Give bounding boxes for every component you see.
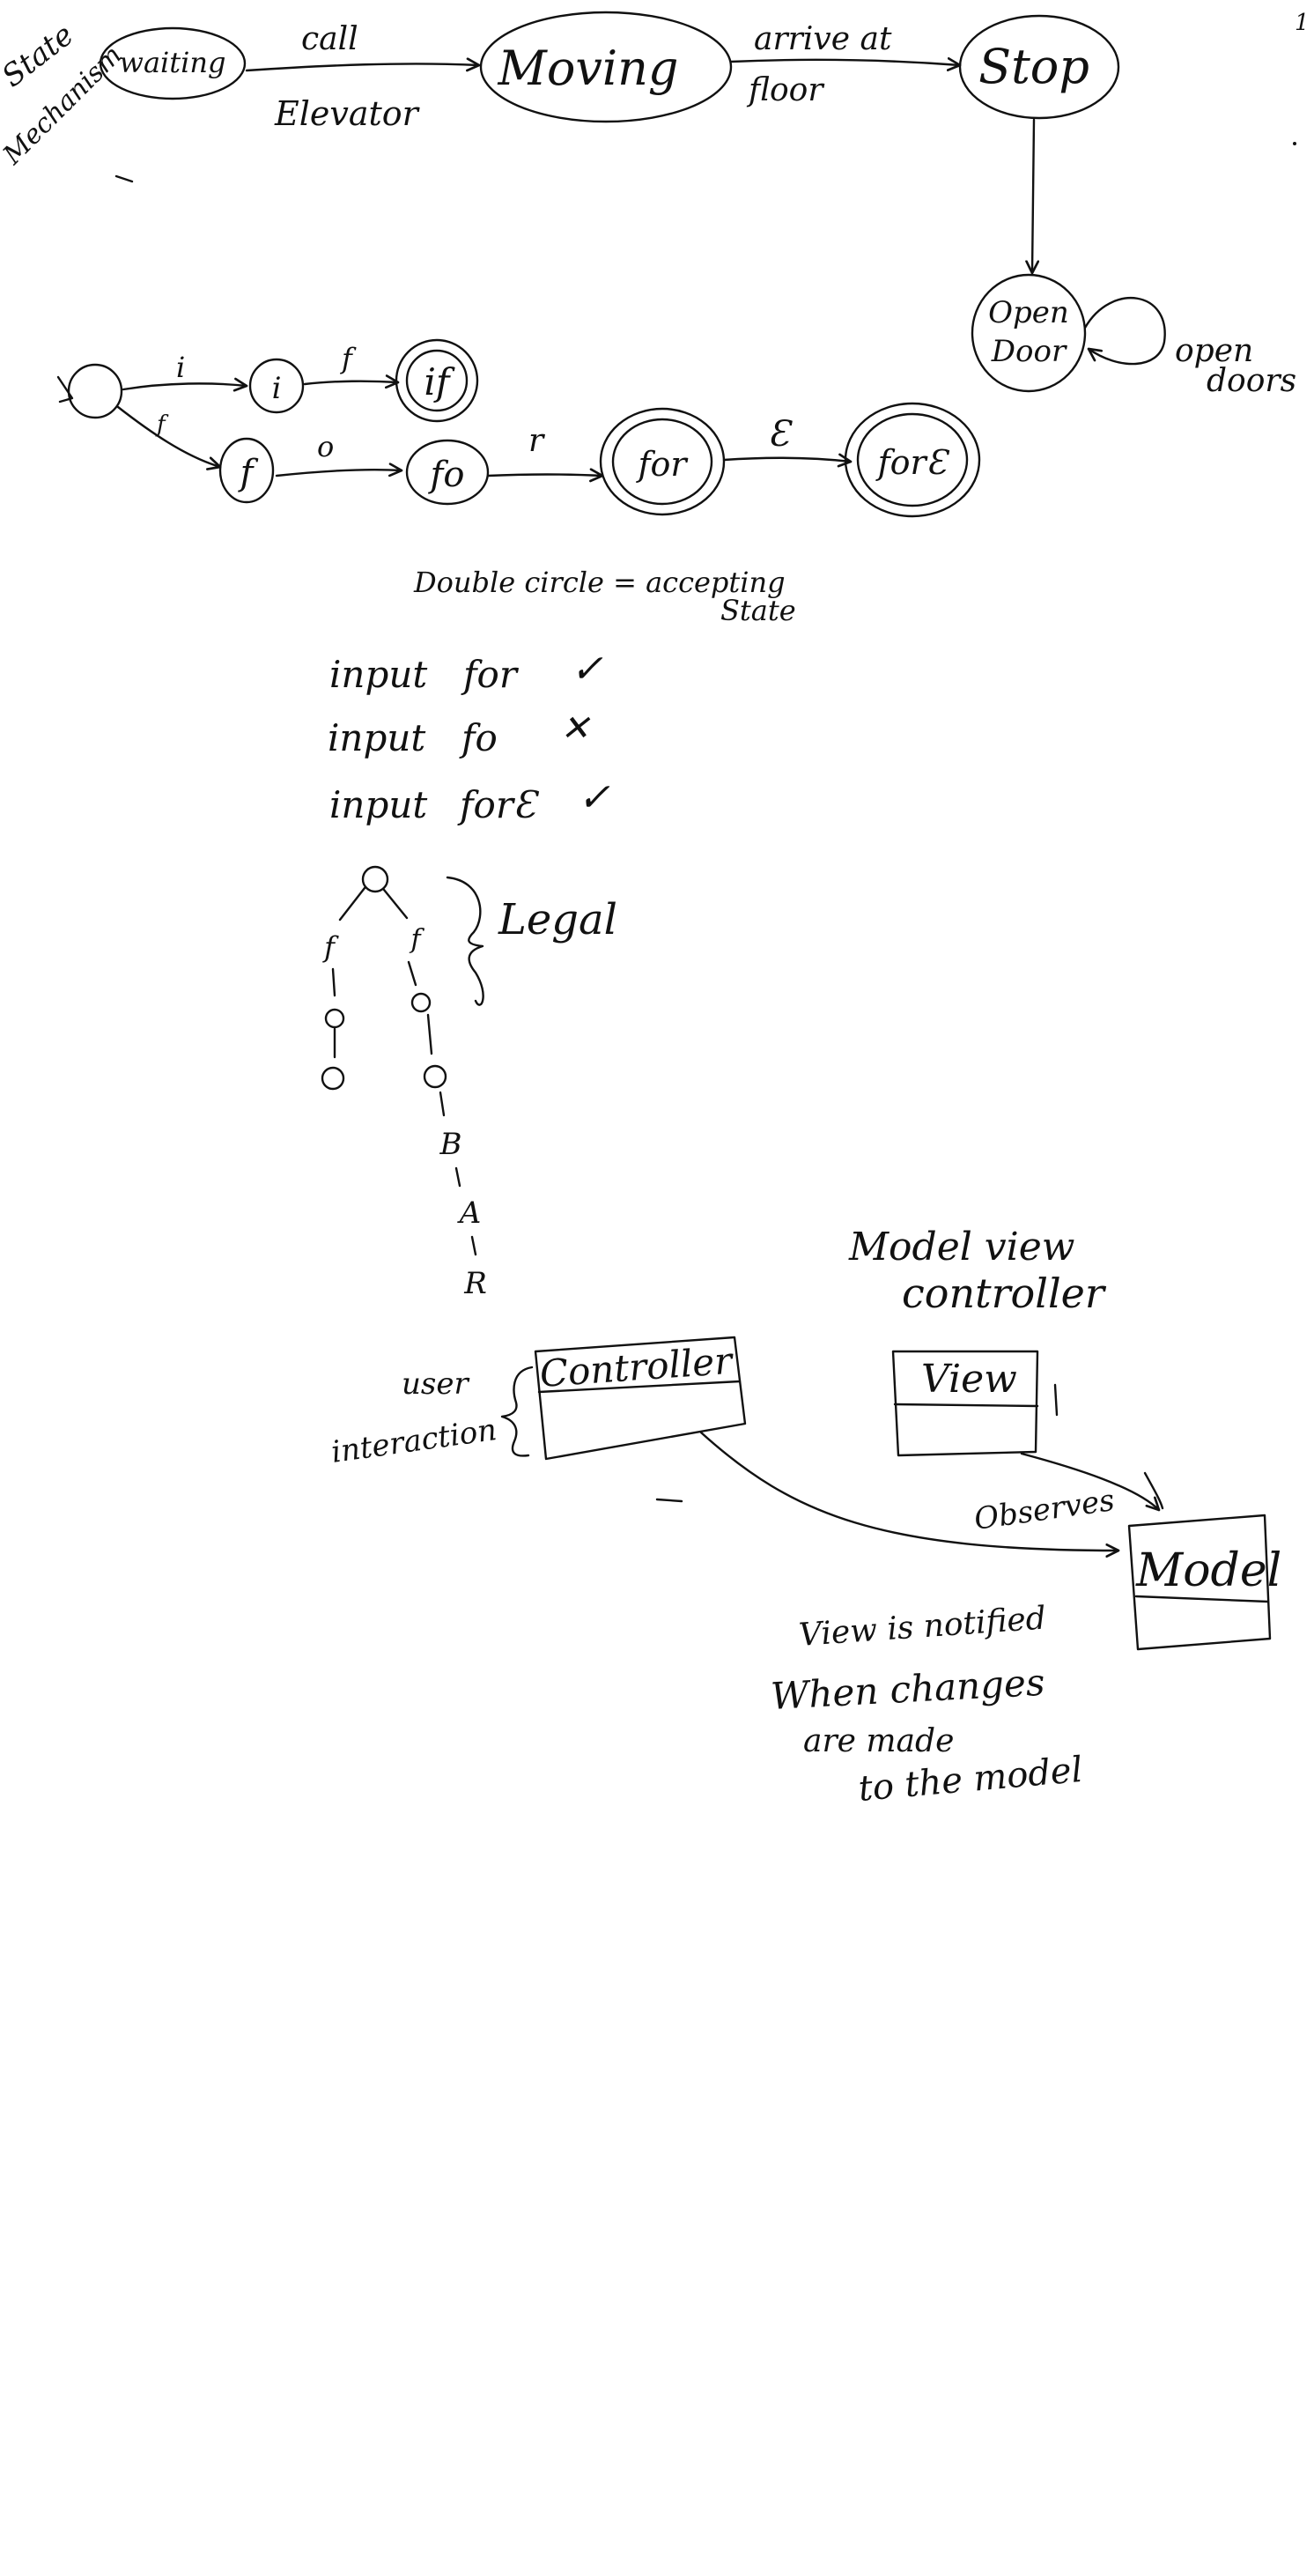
input-1-word: for xyxy=(461,653,520,696)
edge-f-top-label: f xyxy=(340,342,357,375)
input-2-prefix: input xyxy=(328,716,425,759)
edge-start-to-i xyxy=(122,377,248,392)
input-list: input for ✓ input fo ✕ input forƐ ✓ xyxy=(328,647,610,826)
state-open-door xyxy=(971,273,1087,393)
edge-i-label: i xyxy=(176,351,185,384)
tree-right-stem-4 xyxy=(454,1166,461,1188)
arrow-arrive-floor xyxy=(729,57,962,71)
input-2-word: fo xyxy=(459,716,498,759)
edge-o-label: o xyxy=(317,430,334,463)
tree-left-branch xyxy=(338,886,366,922)
legal-label: Legal xyxy=(498,895,617,944)
arrow-open-doors-self-loop xyxy=(1083,297,1166,366)
transition-arrive-line2: floor xyxy=(746,72,824,108)
edge-start-to-f xyxy=(116,405,222,470)
elevator-state-machine: State Mechanism waiting call Elevator Mo… xyxy=(0,11,1296,399)
legend-line2: State xyxy=(720,594,796,627)
state-f-label: f xyxy=(238,453,259,493)
arrow-stop-to-open-door xyxy=(1025,118,1040,275)
tree-right-branch xyxy=(382,888,409,920)
tree-left-node-1 xyxy=(324,1008,345,1029)
user-interaction-line1: user xyxy=(402,1366,469,1402)
legal-brace xyxy=(446,876,484,1006)
input-3-word: forƐ xyxy=(457,783,540,826)
input-1-prefix: input xyxy=(329,653,427,696)
tree-left-label: f xyxy=(322,930,339,964)
tree-letter-b: B xyxy=(439,1127,462,1162)
mvc-note-line3: are made xyxy=(803,1723,954,1759)
tree-left-node-2 xyxy=(321,1066,345,1091)
input-2-mark: ✕ xyxy=(560,708,591,749)
input-1-mark: ✓ xyxy=(571,647,603,692)
stray-stroke xyxy=(655,1498,683,1503)
transition-call-line2: Elevator xyxy=(274,94,421,133)
transition-call-line1: call xyxy=(301,21,358,57)
arrow-call-elevator xyxy=(245,57,481,72)
state-open-door-line2: Door xyxy=(991,334,1067,369)
automaton-diagram: i i f if f f o fo r for Ɛ forƐ Double ci… xyxy=(56,338,981,627)
model-label: Model xyxy=(1135,1544,1281,1597)
mvc-note-line2: When changes xyxy=(770,1661,1046,1718)
view-side-tick xyxy=(1053,1383,1059,1417)
state-fo-label: fo xyxy=(428,455,465,495)
mvc-note-line1: View is notified xyxy=(798,1600,1047,1654)
stray-stroke xyxy=(114,174,134,183)
tree-left-stem-1 xyxy=(331,967,336,997)
tree-right-stem-5 xyxy=(470,1235,477,1256)
tree-right-node-2 xyxy=(423,1064,447,1089)
input-3-prefix: input xyxy=(329,783,427,826)
tree-letter-r: R xyxy=(463,1266,487,1301)
tree-right-stem-1 xyxy=(407,960,417,987)
state-moving-label: Moving xyxy=(498,41,679,96)
tree-right-label: f xyxy=(409,924,424,955)
user-interaction-brace xyxy=(500,1366,534,1457)
edge-r-label: r xyxy=(528,423,545,459)
edge-f-low-label: f xyxy=(155,411,169,438)
state-for-label: for xyxy=(635,445,689,484)
edge-for-to-forE xyxy=(722,453,853,468)
view-label: View xyxy=(921,1357,1017,1402)
transition-arrive-line1: arrive at xyxy=(754,21,892,57)
edge-i-to-if xyxy=(303,374,400,389)
state-forE-label: forƐ xyxy=(875,443,950,482)
state-waiting-label: waiting xyxy=(120,46,226,79)
tree-right-stem-3 xyxy=(439,1091,446,1117)
controller-label: Controller xyxy=(538,1339,735,1395)
input-3-mark: ✓ xyxy=(578,775,610,820)
state-if-label: if xyxy=(424,360,455,403)
tree-right-stem-2 xyxy=(426,1013,433,1055)
tree-letter-a: A xyxy=(457,1195,482,1231)
tree-root-node xyxy=(361,865,389,893)
mvc-title-line1: Model view xyxy=(848,1225,1074,1269)
edge-f-to-fo xyxy=(275,463,403,477)
user-interaction-line2: interaction xyxy=(329,1412,499,1470)
transition-open-doors-line2: doors xyxy=(1207,363,1296,399)
state-stop-label: Stop xyxy=(978,39,1089,94)
stray-dot xyxy=(1293,142,1296,145)
state-open-door-line1: Open xyxy=(988,295,1069,330)
view-box-divider xyxy=(893,1403,1039,1408)
edge-fo-to-for xyxy=(486,468,604,483)
start-state xyxy=(67,363,123,419)
whiteboard-canvas: 1 State Mechanism waiting call Elevator … xyxy=(0,10,1310,1810)
mvc-diagram: Model view controller Controller user in… xyxy=(329,1225,1282,1810)
edge-epsilon-label: Ɛ xyxy=(768,414,793,455)
state-i-label: i xyxy=(272,371,282,406)
legal-tree: f f B A R Legal xyxy=(321,865,617,1301)
observes-label: Observes xyxy=(972,1483,1117,1537)
tree-right-node-1 xyxy=(410,992,432,1013)
mvc-title-line2: controller xyxy=(902,1269,1107,1317)
view-to-model-extra-stroke xyxy=(1143,1471,1164,1510)
page-number: 1 xyxy=(1295,10,1310,36)
